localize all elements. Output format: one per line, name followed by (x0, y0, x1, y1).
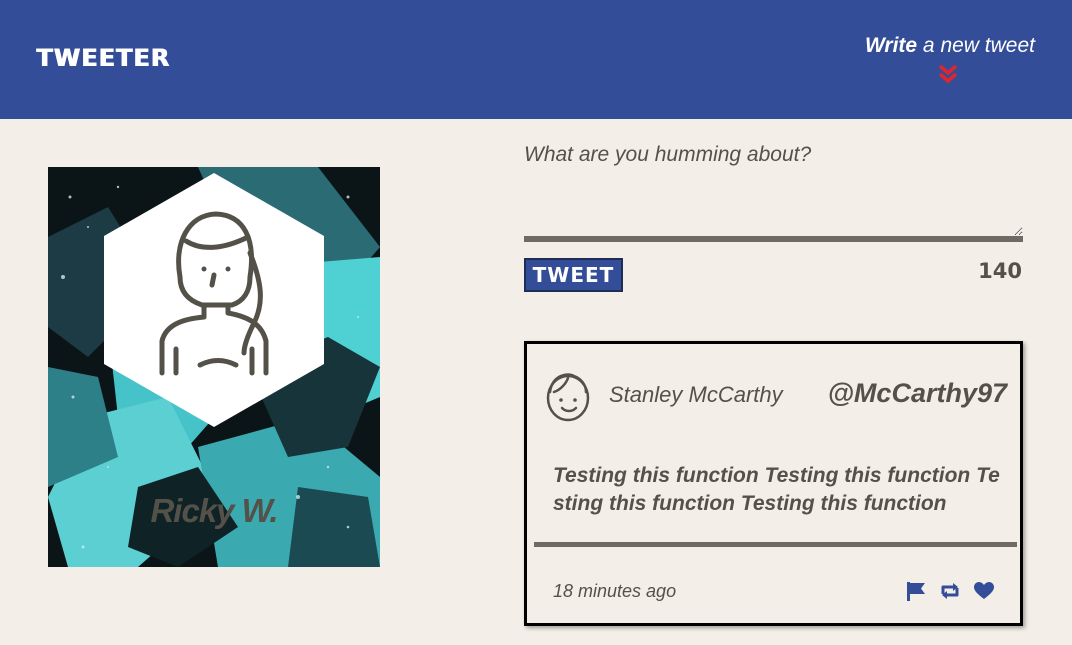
tweet-input[interactable] (524, 143, 1023, 236)
retweet-icon[interactable] (939, 580, 961, 602)
new-tweet-label: a new tweet (917, 34, 1035, 57)
double-chevron-down-icon[interactable] (937, 64, 959, 84)
avatar-hexagon (104, 173, 324, 427)
write-tweet-toggle[interactable]: Write a new tweet (865, 34, 1035, 58)
flag-icon[interactable] (905, 580, 927, 602)
tweet-button[interactable]: TWEET (524, 258, 623, 292)
profile-name: Ricky W. (150, 492, 278, 529)
tweet-actions (905, 580, 995, 602)
heart-icon[interactable] (973, 580, 995, 602)
tweet-author-handle: @McCarthy97 (827, 378, 1007, 408)
profile-card: Ricky W. (48, 167, 380, 567)
tweet-divider (534, 542, 1017, 547)
tweet-timestamp: 18 minutes ago (553, 581, 677, 601)
tweet-card: Stanley McCarthy @McCarthy97 Testing thi… (524, 341, 1023, 626)
tweet-author-name: Stanley McCarthy (609, 382, 783, 407)
top-nav: TWEETER Write a new tweet (0, 0, 1072, 119)
character-counter: 140 (978, 259, 1022, 283)
write-label: Write (864, 34, 918, 57)
boy-avatar-icon (546, 373, 590, 422)
compose-divider (524, 236, 1023, 242)
tweet-body: Testing this function Testing this funct… (553, 464, 1000, 515)
brand-logo[interactable]: TWEETER (36, 44, 170, 72)
